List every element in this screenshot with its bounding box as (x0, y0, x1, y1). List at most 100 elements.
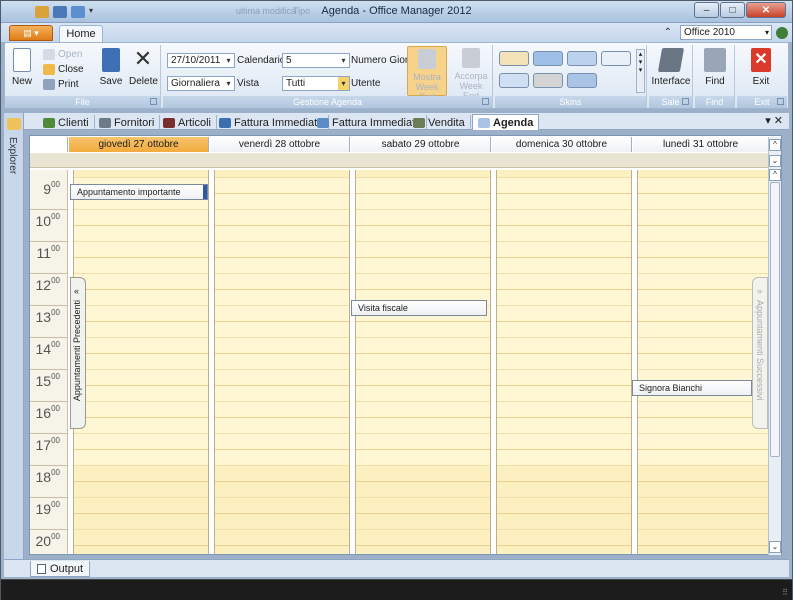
time-slot[interactable] (215, 290, 349, 306)
time-slot[interactable] (497, 290, 631, 306)
time-slot[interactable] (497, 530, 631, 546)
time-slot[interactable] (215, 514, 349, 530)
time-slot[interactable] (215, 402, 349, 418)
time-slot[interactable] (74, 290, 208, 306)
tab-articoli[interactable]: Articoli (158, 115, 218, 130)
find-button[interactable]: Find (697, 48, 733, 87)
time-slot[interactable] (356, 322, 490, 338)
time-slot[interactable] (497, 338, 631, 354)
time-slot[interactable] (497, 450, 631, 466)
time-slot[interactable] (638, 530, 768, 546)
date-picker[interactable]: 27/10/2011 ▾ (167, 53, 235, 68)
time-slot[interactable] (638, 450, 768, 466)
time-slot[interactable] (74, 306, 208, 322)
user-select[interactable]: Tutti ▾ (282, 76, 350, 91)
time-slot[interactable] (74, 498, 208, 514)
skin-swatch[interactable] (567, 73, 597, 88)
document-tab-controls[interactable]: ▾ ✕ (765, 114, 783, 127)
delete-button[interactable]: ✕ Delete (129, 48, 158, 88)
appointment[interactable]: Appuntamento importante (70, 184, 208, 200)
time-slot[interactable] (215, 322, 349, 338)
day-header[interactable]: giovedì 27 ottobre (69, 137, 209, 152)
time-slot[interactable] (356, 194, 490, 210)
time-slot[interactable] (74, 386, 208, 402)
time-slot[interactable] (638, 514, 768, 530)
time-slot[interactable] (356, 530, 490, 546)
time-slot[interactable] (74, 482, 208, 498)
time-slot[interactable] (215, 274, 349, 290)
time-slot[interactable] (356, 482, 490, 498)
skin-swatch[interactable] (601, 51, 631, 66)
tab-home[interactable]: Home (59, 25, 103, 42)
time-slot[interactable] (215, 338, 349, 354)
time-slot[interactable] (356, 242, 490, 258)
time-slot[interactable] (74, 530, 208, 546)
compress-weekend-button[interactable]: Accorpa Week End (451, 46, 491, 101)
time-slot[interactable] (356, 466, 490, 482)
next-appointments-tab[interactable]: » Appuntamenti Successivi (752, 277, 768, 429)
day-column[interactable] (69, 170, 209, 554)
time-slot[interactable] (74, 226, 208, 242)
day-header[interactable]: lunedì 31 ottobre (633, 137, 769, 152)
time-slot[interactable] (356, 498, 490, 514)
time-slot[interactable] (638, 242, 768, 258)
time-slot[interactable] (74, 466, 208, 482)
interface-button[interactable]: Interface (651, 48, 691, 87)
time-slot[interactable] (497, 514, 631, 530)
time-slot[interactable] (638, 466, 768, 482)
tab-clienti[interactable]: Clienti (38, 115, 95, 130)
application-menu-button[interactable]: ▤ ▾ (9, 25, 53, 41)
time-slot[interactable] (215, 498, 349, 514)
time-slot[interactable] (638, 226, 768, 242)
time-slot[interactable] (74, 418, 208, 434)
time-slot[interactable] (638, 402, 768, 418)
time-slot[interactable] (215, 450, 349, 466)
time-slot[interactable] (74, 514, 208, 530)
time-slot[interactable] (74, 258, 208, 274)
time-slot[interactable] (74, 354, 208, 370)
time-slot[interactable] (638, 178, 768, 194)
time-slot[interactable] (497, 546, 631, 554)
time-slot[interactable] (215, 434, 349, 450)
time-slot[interactable] (497, 354, 631, 370)
time-slot[interactable] (638, 322, 768, 338)
day-column[interactable] (492, 170, 632, 554)
time-slot[interactable] (74, 434, 208, 450)
time-slot[interactable] (356, 210, 490, 226)
time-slot[interactable] (356, 274, 490, 290)
time-slot[interactable] (638, 210, 768, 226)
time-slot[interactable] (356, 546, 490, 554)
close-button[interactable]: ✕ (746, 2, 786, 18)
time-slot[interactable] (497, 466, 631, 482)
minimize-button[interactable]: – (694, 2, 719, 18)
view-select[interactable]: Giornaliera ▾ (167, 76, 235, 91)
time-slot[interactable] (497, 258, 631, 274)
skins-gallery-scroll[interactable]: ▴ ▾ ▾ (636, 49, 645, 93)
scrollbar-thumb[interactable] (770, 182, 780, 457)
time-slot[interactable] (215, 210, 349, 226)
time-slot[interactable] (497, 322, 631, 338)
time-slot[interactable] (74, 546, 208, 554)
resize-grip-icon[interactable]: ⠿ (782, 588, 788, 597)
time-slot[interactable] (356, 386, 490, 402)
time-slot[interactable] (356, 178, 490, 194)
dialog-launcher-icon[interactable] (777, 98, 784, 105)
time-slot[interactable] (356, 354, 490, 370)
time-slot[interactable] (497, 386, 631, 402)
dialog-launcher-icon[interactable] (150, 98, 157, 105)
tab-output[interactable]: Output (30, 561, 91, 577)
skin-swatch[interactable] (499, 73, 529, 88)
time-slot[interactable] (356, 434, 490, 450)
scroll-down-icon[interactable]: ⌄ (769, 541, 781, 553)
time-slot[interactable] (638, 170, 768, 178)
time-slot[interactable] (497, 418, 631, 434)
print-button[interactable]: Print (43, 79, 79, 90)
time-slot[interactable] (74, 322, 208, 338)
time-slot[interactable] (638, 306, 768, 322)
day-column[interactable] (210, 170, 350, 554)
time-slot[interactable] (497, 498, 631, 514)
time-slot[interactable] (215, 194, 349, 210)
time-slot[interactable] (638, 354, 768, 370)
time-slot[interactable] (215, 482, 349, 498)
time-slot[interactable] (497, 170, 631, 178)
